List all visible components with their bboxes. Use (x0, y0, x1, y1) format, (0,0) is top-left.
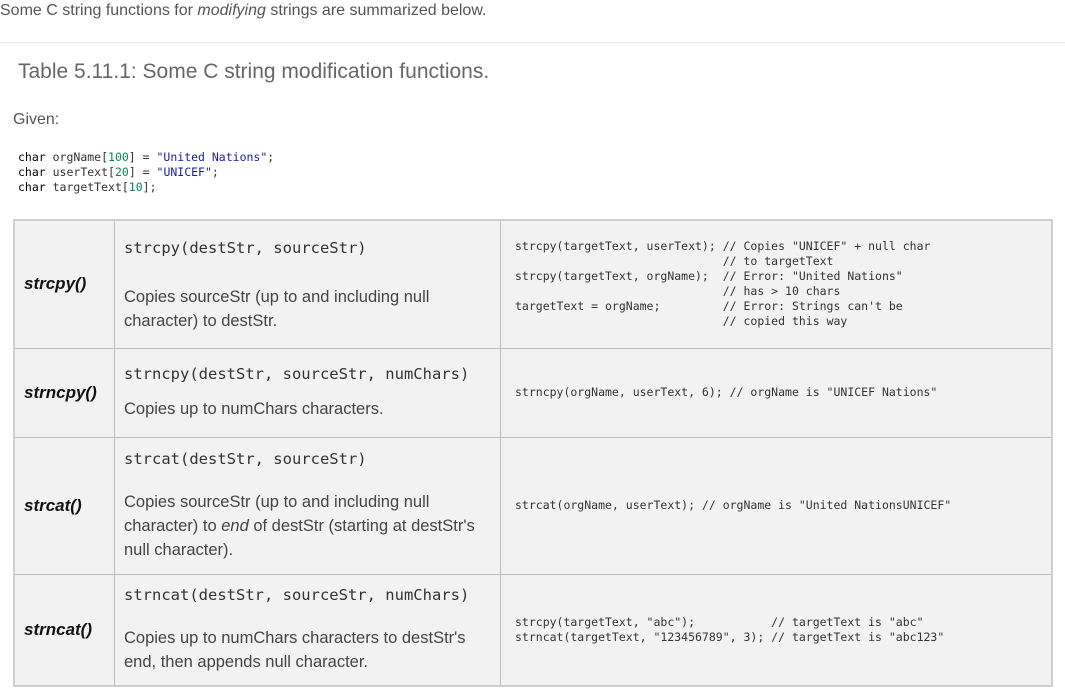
example-cell: strcpy(targetText, userText); // Copies … (500, 219, 1053, 349)
function-signature: strcpy(destStr, sourceStr) (124, 239, 367, 258)
table-caption: Table 5.11.1: Some C string modification… (18, 60, 490, 83)
function-description-cell: strncpy(destStr, sourceStr, numChars) Co… (114, 347, 501, 438)
table-row: strcpy() strcpy(destStr, sourceStr) Copi… (13, 219, 1053, 349)
function-name: strcpy() (13, 219, 115, 349)
function-description: Copies sourceStr (up to and including nu… (124, 492, 475, 559)
function-description: Copies up to numChars characters. (124, 399, 384, 418)
table-row: strncat() strncat(destStr, sourceStr, nu… (13, 573, 1053, 687)
intro-after: strings are summarized below. (265, 2, 487, 19)
function-description: Copies sourceStr (up to and including nu… (124, 288, 430, 331)
divider (0, 42, 1065, 43)
function-description-cell: strncat(destStr, sourceStr, numChars) Co… (114, 573, 501, 687)
example-cell: strcat(orgName, userText); // orgName is… (500, 436, 1053, 575)
function-name: strcat() (13, 436, 115, 575)
string-functions-table: strcpy() strcpy(destStr, sourceStr) Copi… (13, 219, 1053, 687)
code-line: char orgName[100] = "United Nations"; (18, 150, 275, 164)
example-code: strcpy(targetText, userText); // Copies … (515, 239, 931, 329)
function-description-cell: strcpy(destStr, sourceStr) Copies source… (114, 219, 501, 349)
code-line: char targetText[10]; (18, 180, 157, 194)
function-signature: strncat(destStr, sourceStr, numChars) (124, 585, 470, 604)
function-name: strncat() (13, 573, 115, 687)
intro-emphasis: modifying (197, 2, 266, 19)
example-code: strncpy(orgName, userText, 6); // orgNam… (515, 385, 938, 399)
given-code-block: char orgName[100] = "United Nations"; cha… (18, 150, 274, 195)
function-signature: strcat(destStr, sourceStr) (124, 449, 367, 468)
example-code: strcat(orgName, userText); // orgName is… (515, 498, 952, 512)
intro-text: Some C string functions for modifying st… (0, 2, 486, 20)
example-cell: strncpy(orgName, userText, 6); // orgNam… (500, 347, 1053, 438)
function-description: Copies up to numChars characters to dest… (124, 628, 466, 671)
function-description-cell: strcat(destStr, sourceStr) Copies source… (114, 436, 501, 575)
function-signature: strncpy(destStr, sourceStr, numChars) (124, 364, 470, 383)
intro-before: Some C string functions for (0, 2, 198, 19)
example-code: strcpy(targetText, "abc"); // targetText… (515, 614, 945, 644)
table-row: strncpy() strncpy(destStr, sourceStr, nu… (13, 347, 1053, 438)
example-cell: strcpy(targetText, "abc"); // targetText… (500, 573, 1053, 687)
function-name: strncpy() (13, 347, 115, 438)
given-label: Given: (13, 111, 60, 128)
table-row: strcat() strcat(destStr, sourceStr) Copi… (13, 436, 1053, 575)
code-line: char userText[20] = "UNICEF"; (18, 165, 219, 179)
